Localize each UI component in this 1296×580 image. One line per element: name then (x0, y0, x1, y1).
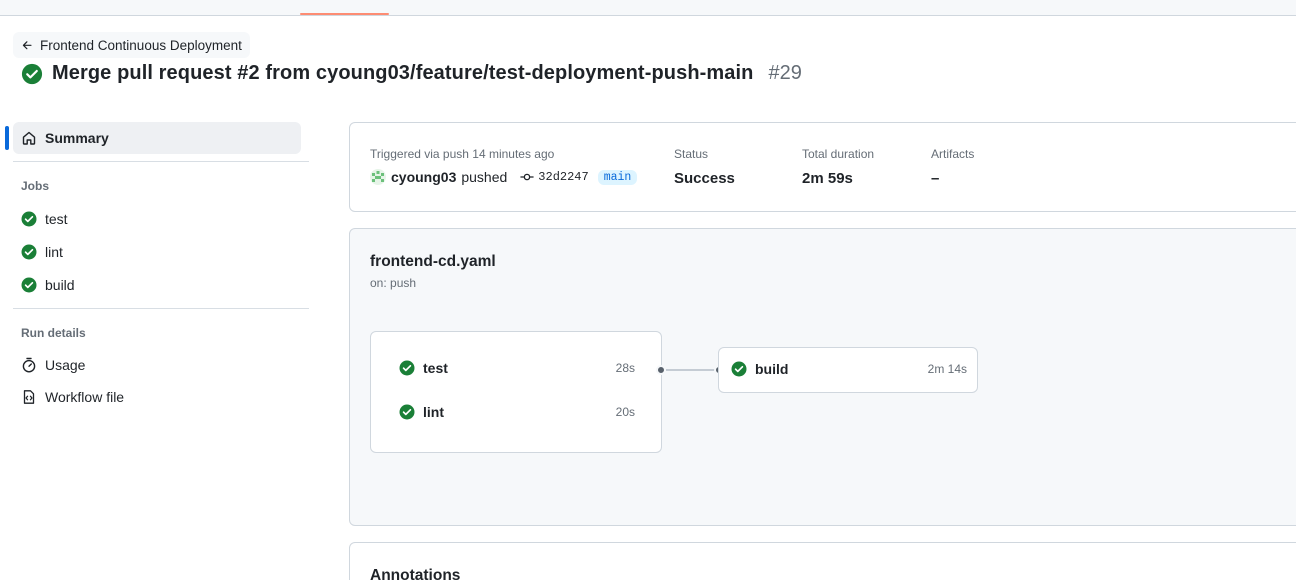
identicon-icon (372, 171, 384, 182)
workflow-trigger: on: push (370, 276, 417, 290)
commit-sha: 32d2247 (538, 170, 589, 184)
push-info: cyoung03 pushed 32d2247 main (370, 169, 638, 185)
job-name: lint (423, 404, 444, 420)
job-duration: 20s (615, 405, 635, 419)
sidebar-item-label: Summary (45, 130, 109, 146)
success-check-icon (731, 361, 747, 377)
trigger-text: Triggered via push 14 minutes ago (370, 147, 555, 161)
artifacts-value: – (931, 170, 940, 187)
artifacts-label: Artifacts (931, 147, 975, 161)
sidebar-item-workflow-file[interactable]: Workflow file (21, 385, 124, 409)
workflow-graph-card: frontend-cd.yaml on: push test 28s lint … (349, 228, 1296, 526)
success-check-icon (399, 360, 415, 376)
success-check-icon (21, 211, 37, 227)
success-check-icon (21, 244, 37, 260)
success-check-icon (21, 277, 37, 293)
push-action: pushed (461, 169, 508, 185)
branch-label[interactable]: main (597, 169, 638, 185)
arrow-left-icon (22, 40, 32, 49)
run-number: #29 (768, 62, 802, 84)
sidebar-item-summary[interactable]: Summary (13, 122, 301, 154)
job-connector-dot (656, 365, 666, 375)
stopwatch-icon (22, 357, 36, 373)
top-nav-bar (0, 0, 1296, 16)
status-label: Status (674, 147, 709, 161)
sidebar-item-job-build[interactable]: build (21, 273, 75, 297)
back-link-label: Frontend Continuous Deployment (40, 37, 242, 53)
annotations-card: Annotations (349, 542, 1296, 580)
sidebar-item-label: build (45, 277, 75, 293)
active-tab-indicator (300, 13, 389, 15)
duration-value: 2m 59s (802, 170, 853, 187)
job-name: build (755, 361, 789, 377)
duration-label: Total duration (802, 147, 875, 161)
git-commit-icon (520, 173, 534, 181)
run-title-row: Merge pull request #2 from cyoung03/feat… (21, 62, 802, 85)
sidebar-divider (13, 308, 309, 309)
job-duration: 2m 14s (927, 362, 967, 376)
run-summary-card: Triggered via push 14 minutes ago cyoung… (349, 122, 1296, 212)
sidebar-item-job-lint[interactable]: lint (21, 240, 63, 264)
home-icon (22, 131, 36, 145)
job-group-box: build 2m 14s (718, 347, 978, 393)
sidebar-item-label: Usage (45, 357, 86, 373)
job-connector-line (666, 369, 718, 371)
avatar[interactable] (370, 169, 386, 185)
sidebar-divider (13, 161, 309, 162)
workflow-file-name[interactable]: frontend-cd.yaml (370, 253, 496, 271)
sidebar-item-label: Workflow file (45, 389, 125, 405)
jobs-heading: Jobs (21, 179, 50, 193)
job-duration: 28s (615, 361, 635, 375)
sidebar-item-job-test[interactable]: test (21, 207, 68, 231)
job-group-box: test 28s lint 20s (370, 331, 662, 453)
actor-link[interactable]: cyoung03 (391, 169, 456, 185)
success-check-icon (399, 404, 415, 420)
page-title: Merge pull request #2 from cyoung03/feat… (52, 62, 754, 84)
active-item-indicator (5, 126, 9, 150)
job-row-test[interactable]: test 28s (399, 360, 635, 376)
job-row-build[interactable]: build 2m 14s (731, 361, 967, 377)
status-value: Success (674, 170, 735, 187)
annotations-title: Annotations (370, 567, 461, 580)
sidebar-item-label: test (45, 211, 68, 227)
job-row-lint[interactable]: lint 20s (399, 404, 635, 420)
run-details-heading: Run details (21, 326, 86, 340)
sidebar-item-usage[interactable]: Usage (21, 353, 85, 377)
sidebar-item-label: lint (45, 244, 63, 260)
success-check-icon (21, 63, 43, 84)
back-to-workflow-link[interactable]: Frontend Continuous Deployment (13, 32, 250, 58)
commit-link[interactable]: 32d2247 (520, 170, 589, 184)
workflow-file-icon (23, 390, 35, 404)
job-name: test (423, 360, 448, 376)
